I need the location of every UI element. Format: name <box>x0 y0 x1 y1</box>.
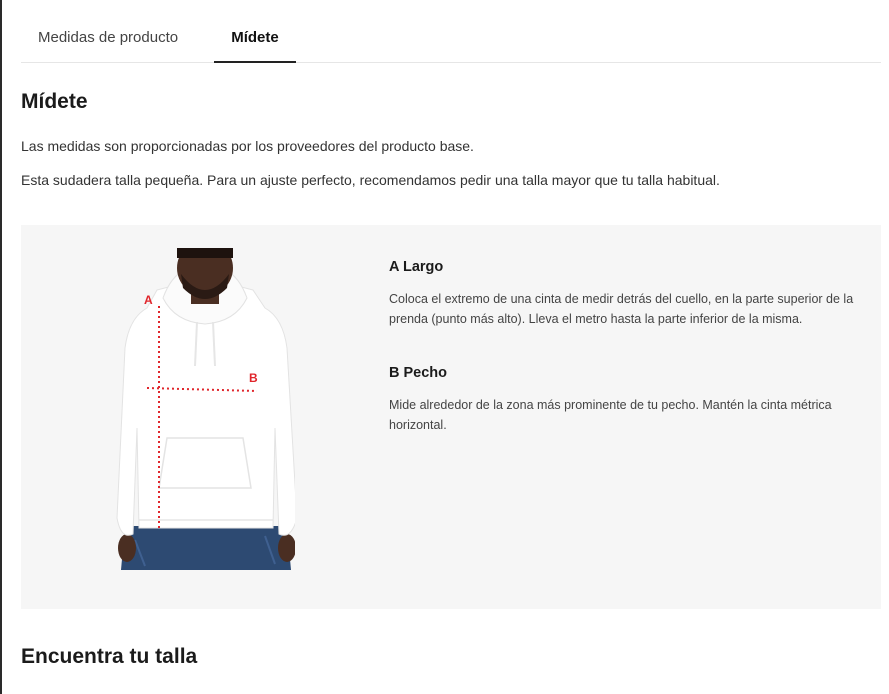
window-edge <box>0 0 2 694</box>
hoodie-model-image: A B <box>115 248 295 570</box>
measurements-source-text: Las medidas son proporcionadas por los p… <box>21 138 474 154</box>
tab-product-measurements[interactable]: Medidas de producto <box>38 0 178 62</box>
size-guide-page: Medidas de producto Mídete Mídete Las me… <box>0 0 889 694</box>
marker-b: B <box>249 371 258 385</box>
section-title: Mídete <box>21 90 88 113</box>
tab-measure-yourself[interactable]: Mídete <box>214 0 296 63</box>
chest-title: B Pecho <box>389 365 448 381</box>
length-title: A Largo <box>389 259 444 275</box>
tab-bar: Medidas de producto Mídete <box>21 0 881 63</box>
find-size-title: Encuentra tu talla <box>21 645 198 668</box>
length-instructions: Coloca el extremo de una cinta de medir … <box>389 292 854 326</box>
marker-a: A <box>144 293 153 307</box>
measure-guide-panel: A B A Largo Coloca el extremo de una cin… <box>21 225 881 609</box>
chest-instructions: Mide alrededor de la zona más prominente… <box>389 398 832 432</box>
fit-recommendation-text: Esta sudadera talla pequeña. Para un aju… <box>21 172 720 188</box>
